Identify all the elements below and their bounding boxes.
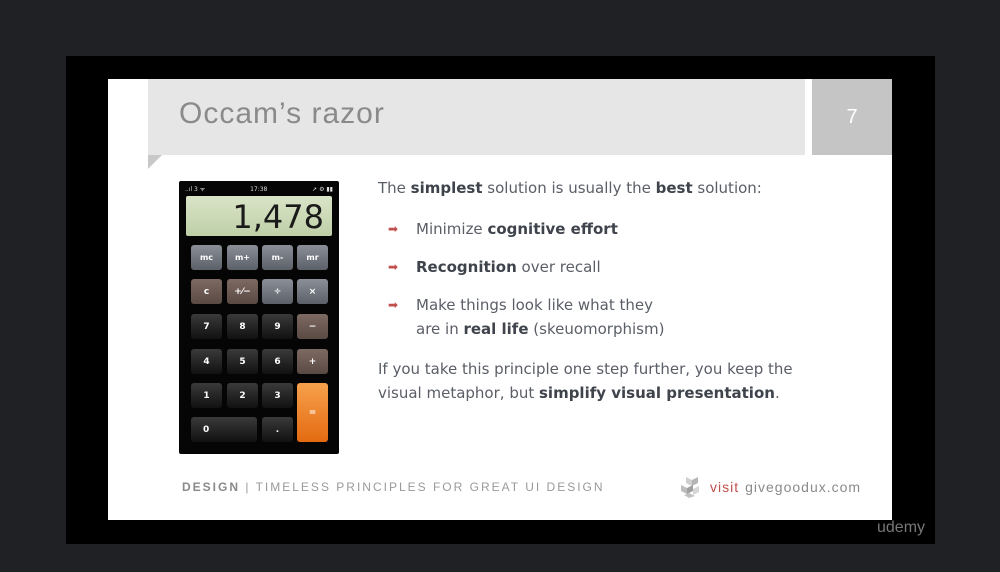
slide: Occam’s razor 7 ..ıl 3 ᯤ 17:38 ➚ ⚙ ▮▮ 1,…: [108, 79, 892, 520]
visit-site: visit givegoodux.com: [678, 475, 861, 499]
bullet-text: Minimize cognitive effort: [416, 217, 618, 241]
visit-label: visit: [710, 479, 740, 495]
closing-paragraph: If you take this principle one step furt…: [378, 357, 798, 405]
key-4: 4: [191, 349, 222, 374]
slide-title: Occam’s razor: [179, 97, 385, 130]
givegoodux-logo-icon: [681, 477, 699, 498]
bullet3-text-2: (skeuomorphism): [528, 320, 665, 338]
intro-text: The: [378, 179, 411, 197]
bullet-text: Make things look like what they are in r…: [416, 293, 664, 341]
key-3: 3: [262, 383, 293, 408]
bullet1-bold: cognitive effort: [487, 220, 618, 238]
intro-bold-best: best: [655, 179, 693, 197]
key-divide: ÷: [262, 279, 293, 304]
intro-text-3: solution:: [692, 179, 762, 197]
bullet2-text: over recall: [516, 258, 601, 276]
key-equals: =: [297, 383, 328, 442]
intro-text-2: solution is usually the: [482, 179, 656, 197]
key-6: 6: [262, 349, 293, 374]
key-2: 2: [227, 383, 258, 408]
udemy-watermark: udemy: [877, 519, 926, 536]
key-minus: −: [297, 314, 328, 339]
key-m-minus: m-: [262, 245, 293, 270]
key-multiply: ×: [297, 279, 328, 304]
footer-tagline: TIMELESS PRINCIPLES FOR GREAT UI DESIGN: [255, 480, 605, 494]
key-dot: .: [262, 417, 293, 442]
key-clear: c: [191, 279, 222, 304]
arrow-bullet-icon: ➡: [388, 260, 399, 274]
key-8: 8: [227, 314, 258, 339]
key-plus-minus: +⁄−: [227, 279, 258, 304]
calculator-phone-image: ..ıl 3 ᯤ 17:38 ➚ ⚙ ▮▮ 1,478 mc m+ m- mr …: [179, 181, 339, 454]
key-7: 7: [191, 314, 222, 339]
key-5: 5: [227, 349, 258, 374]
page-number: 7: [846, 105, 858, 128]
para-end: .: [774, 384, 780, 402]
bullet1-text: Minimize: [416, 220, 488, 238]
key-mc: mc: [191, 245, 222, 270]
para-line1: If you take this principle one step furt…: [378, 360, 793, 378]
key-0: 0: [191, 417, 257, 442]
para-text: visual metaphor, but: [378, 384, 539, 402]
bullet3-bold: real life: [463, 320, 529, 338]
arrow-bullet-icon: ➡: [388, 222, 399, 236]
bullet-text: Recognition over recall: [416, 255, 601, 279]
intro-bold-simplest: simplest: [410, 179, 483, 197]
footer-design: DESIGN: [182, 480, 241, 494]
para-bold: simplify visual presentation: [539, 384, 775, 402]
site-url: givegoodux.com: [745, 479, 862, 495]
footer-separator: |: [240, 480, 256, 494]
key-m-plus: m+: [227, 245, 258, 270]
bullet3-text: are in: [416, 320, 464, 338]
key-9: 9: [262, 314, 293, 339]
key-plus: +: [297, 349, 328, 374]
intro-line: The simplest solution is usually the bes…: [378, 179, 762, 197]
bullet2-bold: Recognition: [416, 258, 517, 276]
bullet3-line1: Make things look like what they: [416, 296, 654, 314]
key-1: 1: [191, 383, 222, 408]
key-mr: mr: [297, 245, 328, 270]
page-number-box: 7: [812, 79, 892, 155]
arrow-bullet-icon: ➡: [388, 298, 399, 312]
title-fold: [148, 155, 162, 169]
slide-footer: DESIGN | TIMELESS PRINCIPLES FOR GREAT U…: [182, 480, 605, 494]
calculator-keypad: mc m+ m- mr c +⁄− ÷ × 7 8 9 − 4 5 6 + 1 …: [179, 181, 339, 454]
